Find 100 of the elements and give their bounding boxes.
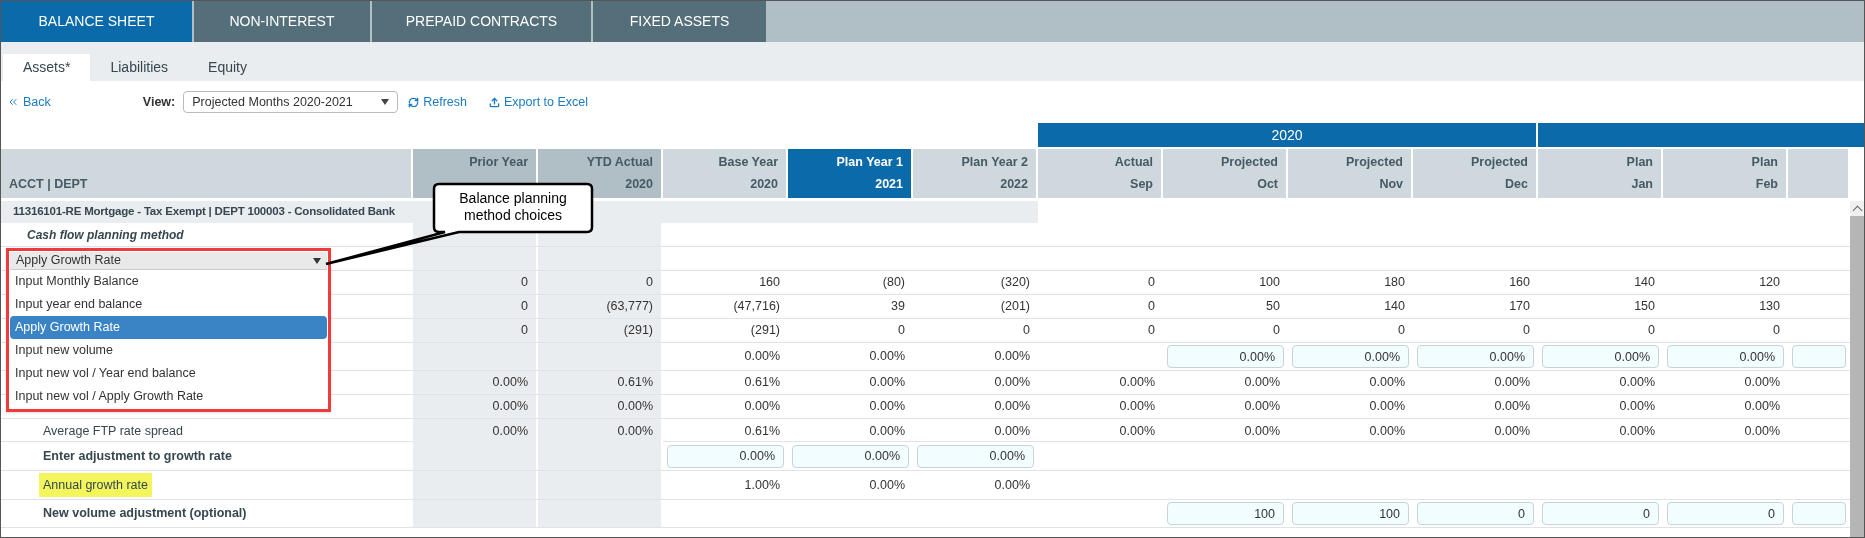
table-cell-text: 0.61% — [743, 423, 781, 440]
input-field[interactable]: 0.00% — [792, 444, 909, 468]
column-header: Plan Jan — [1538, 149, 1663, 198]
row-label: Average FTP rate spread — [42, 423, 184, 440]
table-cell: (63,777) — [538, 295, 663, 318]
year-band: 2020 — [1038, 123, 1536, 147]
table-cell: 0.61% — [538, 371, 663, 394]
dropdown-option[interactable]: Apply Growth Rate — [10, 316, 327, 339]
input-field[interactable]: 0 — [1417, 502, 1534, 525]
column-header: Projected Oct — [1163, 149, 1288, 198]
table-cell-text: 0.00% — [1743, 374, 1781, 392]
tab[interactable]: BALANCE SHEET — [1, 1, 192, 42]
input-field[interactable]: 0.00% — [1542, 345, 1659, 368]
table-cell: 0 — [413, 271, 538, 294]
dropdown-option[interactable]: Input new vol / Apply Growth Rate — [10, 385, 327, 408]
input-field[interactable] — [1792, 345, 1846, 368]
table-cell-text: 0.00% — [1243, 374, 1281, 392]
back-link[interactable]: Back — [7, 92, 51, 112]
row-label: Enter adjustment to growth rate — [42, 447, 233, 465]
table-cell-text: 0.00% — [1618, 398, 1656, 416]
table-cell-text: (291) — [749, 322, 781, 340]
input-field[interactable]: 0.00% — [667, 444, 784, 468]
view-label: View: — [142, 93, 176, 111]
table-cell-text: 0.00% — [1243, 398, 1281, 416]
table-cell-text: 0.00% — [1368, 374, 1406, 392]
table-cell-text: 0.00% — [1243, 423, 1281, 440]
table-cell-text: 0.00% — [743, 398, 781, 416]
account-title: 11316101-RE Mortgage - Tax Exempt | DEPT 100003 - Consolidated Bank — [13, 204, 396, 220]
table-cell-text: 0.00% — [1618, 423, 1656, 440]
subtab[interactable]: Liabilities — [90, 54, 189, 81]
table-cell-text: 1.00% — [743, 476, 781, 494]
column-header: Actual Sep — [1038, 149, 1163, 198]
input-field[interactable]: 100 — [1167, 502, 1284, 525]
table-cell-text: 0.00% — [868, 476, 906, 494]
input-field[interactable]: 0.00% — [1667, 345, 1784, 368]
input-field[interactable]: 0 — [1667, 502, 1784, 525]
table-cell-text: 39 — [890, 298, 906, 316]
table-cell-text: 0 — [1147, 274, 1156, 292]
table-cell: 0.00% — [413, 371, 538, 394]
tab[interactable]: NON-INTEREST — [194, 1, 370, 42]
subtab[interactable]: Assets* — [3, 54, 91, 81]
table-cell-text: 0 — [897, 322, 906, 340]
table-cell-text: 0.00% — [1118, 398, 1156, 416]
refresh-link[interactable]: Refresh — [408, 92, 467, 112]
input-field[interactable]: 0.00% — [1292, 345, 1409, 368]
input-field[interactable]: 0 — [1542, 502, 1659, 525]
column-header: Plan Year 2 2022 — [913, 149, 1038, 198]
input-field[interactable]: 0.00% — [917, 444, 1034, 468]
table-cell-text: 0.00% — [1368, 423, 1406, 440]
double-chevron-icon — [7, 96, 19, 108]
table-cell-text: (80) — [881, 274, 906, 292]
tab[interactable]: FIXED ASSETS — [593, 1, 766, 42]
dropdown-option[interactable]: Input new volume — [10, 339, 327, 362]
table-cell-text: 0.00% — [868, 423, 906, 440]
table-cell-text: 130 — [1758, 298, 1781, 316]
table-cell-text: 0.00% — [1118, 423, 1156, 440]
table-cell-text: 0.61% — [743, 374, 781, 392]
dropdown-option[interactable]: Input year end balance — [10, 293, 327, 316]
export-link[interactable]: Export to Excel — [489, 92, 589, 112]
table-cell-text: 0 — [1147, 322, 1156, 340]
row-label: Annual growth rate — [39, 472, 152, 498]
table-cell-text: 0.00% — [1743, 423, 1781, 440]
view-select[interactable]: Projected Months 2020-2021 — [183, 91, 399, 113]
table-cell-text: 140 — [1633, 274, 1656, 292]
tab[interactable]: PREPAID CONTRACTS — [372, 1, 591, 42]
column-header: Projected Nov — [1288, 149, 1413, 198]
table-cell-text: 0.00% — [868, 398, 906, 416]
table-cell-text: 0.00% — [1118, 374, 1156, 392]
input-field[interactable] — [1792, 502, 1846, 525]
input-field[interactable]: 100 — [1292, 502, 1409, 525]
table-cell-text: 120 — [1758, 274, 1781, 292]
table-cell-text: 0.00% — [743, 348, 781, 366]
table-cell-text: 150 — [1633, 298, 1656, 316]
method-select[interactable]: Apply Growth Rate — [10, 252, 327, 270]
dropdown-option[interactable]: Input new vol / Year end balance — [10, 362, 327, 385]
table-cell-text: 0.00% — [993, 374, 1031, 392]
dropdown-option[interactable]: Input Monthly Balance — [10, 270, 327, 293]
column-header: Projected Dec — [1413, 149, 1538, 198]
input-field[interactable]: 0.00% — [1167, 345, 1284, 368]
table-cell-text: 0 — [1147, 298, 1156, 316]
table-cell-text: 0 — [1647, 322, 1656, 340]
table-cell-text: 0.00% — [993, 398, 1031, 416]
table-cell-text: 100 — [1258, 274, 1281, 292]
input-field[interactable]: 0.00% — [1417, 345, 1534, 368]
table-cell: (291) — [538, 319, 663, 342]
table-cell: 0.00% — [538, 395, 663, 418]
table-cell-text: 0 — [1397, 322, 1406, 340]
table-cell-text: 170 — [1508, 298, 1531, 316]
table-cell-text: 0.00% — [868, 374, 906, 392]
table-cell-text: (320) — [999, 274, 1031, 292]
subtab[interactable]: Equity — [188, 54, 267, 81]
table-cell: 0 — [538, 271, 663, 294]
table-cell-text: 0.00% — [1493, 398, 1531, 416]
refresh-icon — [408, 96, 420, 108]
table-cell-text: 160 — [758, 274, 781, 292]
table-cell-text: 0 — [1272, 322, 1281, 340]
table-cell-text: 0.00% — [993, 348, 1031, 366]
table-cell-text: 0 — [1022, 322, 1031, 340]
column-header: ACCT | DEPT — [1, 149, 413, 198]
table-cell-text: 0.00% — [1743, 398, 1781, 416]
